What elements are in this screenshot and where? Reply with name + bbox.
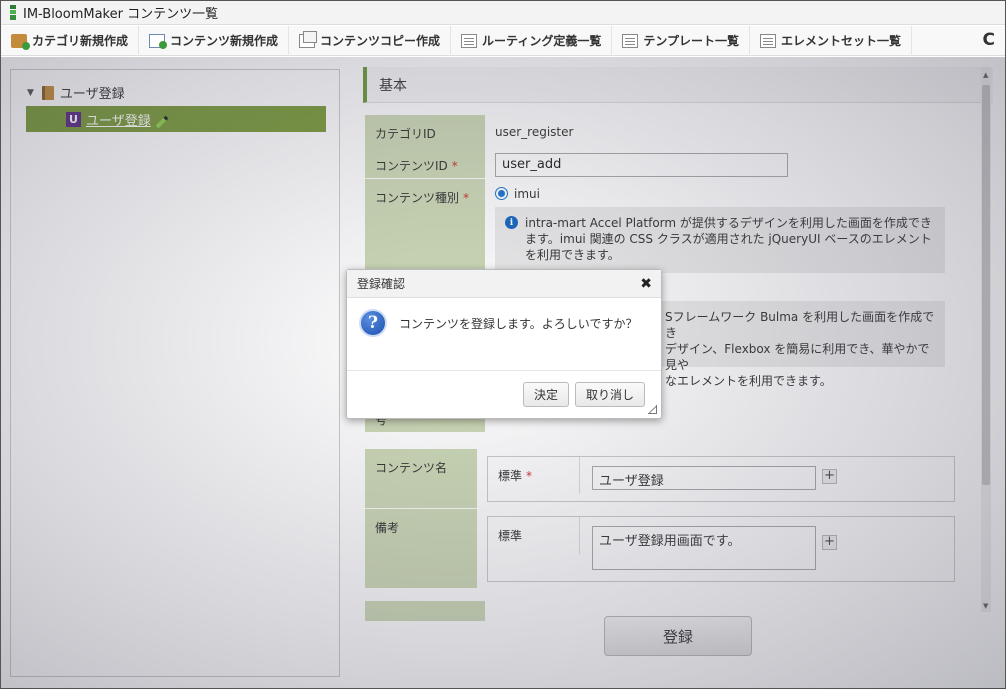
row-content-name: コンテンツ名 標準 * ユーザ登録 + [365,449,965,509]
row-remarks: 備考 標準 ユーザ登録用画面です。 + [365,509,965,589]
category-new-icon [11,33,30,50]
toolbar-item-label: テンプレート一覧 [643,34,739,48]
dialog-body: ? コンテンツを登録します。よろしいですか？ [347,298,661,371]
bulma-info-line: デザイン、Flexbox を簡易に利用でき、華やかで見や [665,342,930,372]
scroll-up-icon[interactable]: ▲ [983,71,988,79]
content-id-label-cell: コンテンツID * [365,147,485,179]
window-title: IM-BloomMaker コンテンツ一覧 [23,7,219,22]
dialog-button-bar: 決定 取り消し [347,371,661,407]
toolbar: カテゴリ新規作成 コンテンツ新規作成 コンテンツコピー作成 ルーティング定義一覧… [1,25,1005,56]
lang-standard-label: 標準 [488,517,580,554]
expand-triangle-icon[interactable]: ▼ [27,88,34,98]
content-id-label: コンテンツID [375,159,448,173]
resize-handle-icon[interactable] [648,405,657,414]
section-title: 基本 [363,67,993,103]
add-language-plus-icon[interactable]: + [822,535,837,550]
toolbar-content-new-button[interactable]: コンテンツ新規作成 [139,25,290,56]
required-mark: * [526,469,533,483]
scrollbar-thumb[interactable] [982,85,990,485]
remarks-cell: 標準 ユーザ登録用画面です。 + [477,509,965,589]
toolbar-category-new-button[interactable]: カテゴリ新規作成 [1,25,140,56]
question-icon: ? [359,309,387,337]
content-tree-panel: ▼ ユーザ登録 U ユーザ登録 [10,69,340,677]
category-book-icon [41,85,54,100]
info-icon: i [505,216,518,229]
confirm-dialog: 登録確認 ✖ ? コンテンツを登録します。よろしいですか？ 決定 取り消し [346,269,662,419]
row-content-id: コンテンツID * user_add [365,147,965,183]
content-id-input[interactable]: user_add [495,153,788,177]
dialog-titlebar: 登録確認 ✖ [347,270,661,298]
tree-node-content-selected[interactable]: U ユーザ登録 [26,106,326,132]
required-mark: * [463,191,470,205]
lang-standard-label: 標準 [498,469,523,483]
title-bar: IM-BloomMaker コンテンツ一覧 [1,1,1005,25]
imui-info-box: i intra-mart Accel Platform が提供するデザインを利用… [495,207,945,273]
add-language-plus-icon[interactable]: + [822,469,837,484]
radio-selected-icon[interactable] [495,187,508,200]
bloommaker-app-icon [9,5,17,20]
dialog-message: コンテンツを登録します。よろしいですか？ [399,316,638,331]
toolbar-item-label: コンテンツ新規作成 [170,34,279,48]
tree-child-label[interactable]: ユーザ登録 [86,110,151,129]
content-name-lang-box: 標準 * ユーザ登録 + [487,456,955,502]
radio-imui-label: imui [514,187,540,201]
next-row-label [365,601,485,622]
remarks-lang-box: 標準 ユーザ登録用画面です。 + [487,516,955,582]
window-frame: IM-BloomMaker コンテンツ一覧 カテゴリ新規作成 コンテンツ新規作成… [0,0,1006,689]
scroll-down-icon[interactable]: ▼ [983,602,988,610]
required-mark: * [451,159,458,173]
remarks-textarea[interactable]: ユーザ登録用画面です。 [592,526,816,570]
content-type-badge-icon: U [66,111,81,127]
toolbar-item-label: ルーティング定義一覧 [482,34,602,48]
toolbar-content-copy-button[interactable]: コンテンツコピー作成 [289,25,452,56]
toolbar-item-label: コンテンツコピー作成 [320,34,441,48]
content-new-icon [149,33,168,49]
tree-node-category[interactable]: ▼ ユーザ登録 [27,83,125,102]
toolbar-template-list-button[interactable]: テンプレート一覧 [612,25,750,56]
imui-info-text: intra-mart Accel Platform が提供するデザインを利用した… [525,216,932,262]
close-icon[interactable]: ✖ [640,276,652,292]
dialog-cancel-button[interactable]: 取り消し [574,382,645,407]
toolbar-item-label: カテゴリ新規作成 [32,34,129,48]
register-button[interactable]: 登録 [604,616,752,656]
bulma-info-line: Sフレームワーク Bulma を利用した画面を作成でき [665,310,935,340]
toolbar-item-label: エレメントセット一覧 [780,34,901,48]
lang-standard-cell: 標準 * [488,457,580,494]
list-icon [759,33,776,48]
content-name-input[interactable]: ユーザ登録 [592,466,816,490]
tree-root-label: ユーザ登録 [59,87,125,102]
content-type-label: コンテンツ種別 [375,191,460,205]
content-id-cell: user_add [485,147,965,183]
toolbar-routing-list-button[interactable]: ルーティング定義一覧 [451,25,613,56]
dialog-title: 登録確認 [357,277,406,291]
remarks-label: 備考 [365,509,477,589]
bulma-info-line: なエレメントを利用できます。 [665,374,832,388]
content-name-label: コンテンツ名 [365,449,477,509]
dialog-ok-button[interactable]: 決定 [522,382,569,407]
edit-pencil-icon [155,115,169,129]
content-name-cell: 標準 * ユーザ登録 + [477,449,965,509]
list-icon [461,33,478,48]
content-copy-icon [299,30,318,48]
radio-option-imui[interactable]: imui [495,187,955,201]
list-icon [622,33,639,48]
form-scrollbar[interactable]: ▲ ▼ [981,67,991,612]
toolbar-elementset-list-button[interactable]: エレメントセット一覧 [750,25,912,56]
refresh-icon[interactable]: C [983,30,995,50]
